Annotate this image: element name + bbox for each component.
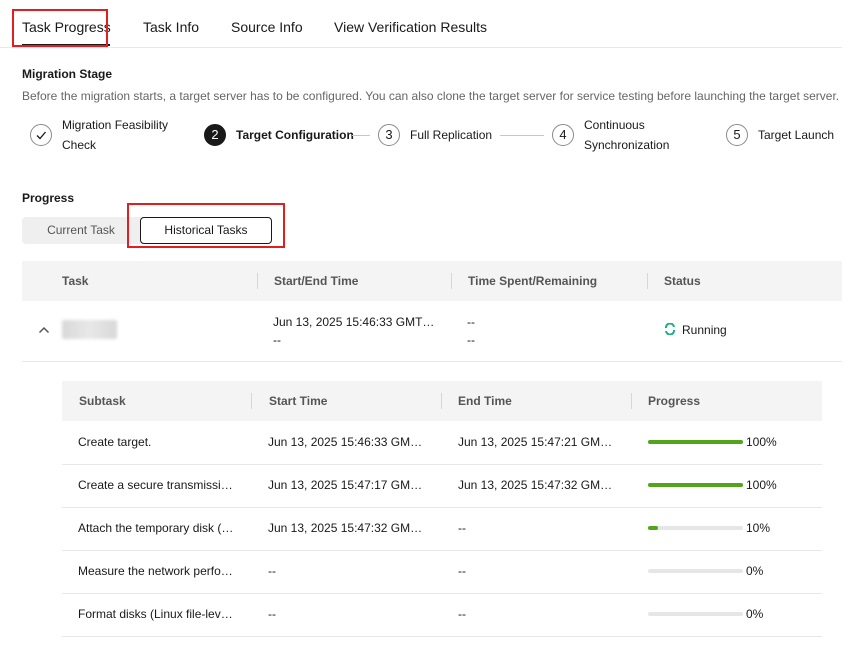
subtask-name: Create target. — [78, 435, 152, 449]
step-connector — [500, 135, 544, 136]
highlight-box-task-progress — [12, 9, 108, 47]
subtask-row: Attach the temporary disk (… Jun 13, 202… — [62, 507, 822, 551]
step-1-label-line2: Check — [62, 138, 97, 152]
column-header-task: Task — [62, 274, 89, 288]
subtask-end-time: -- — [458, 521, 466, 535]
column-divider — [647, 273, 648, 289]
step-5-label: Target Launch — [758, 128, 835, 142]
step-5-number: 5 — [726, 124, 748, 146]
progress-bar — [648, 483, 743, 487]
subtask-row: Measure the network perfo… -- -- 0% — [62, 550, 822, 594]
task-name-redacted — [62, 320, 117, 339]
tab-bar: Task Progress Task Info Source Info View… — [0, 0, 842, 48]
subtask-start-time: -- — [268, 564, 276, 578]
column-header-subtask: Subtask — [79, 394, 126, 408]
column-divider — [251, 393, 252, 409]
column-divider — [631, 393, 632, 409]
progress-bar-fill — [648, 483, 743, 487]
subtask-progress-label: 100% — [746, 435, 777, 449]
subtask-row: Create target. Jun 13, 2025 15:46:33 GM…… — [62, 421, 822, 465]
progress-bar — [648, 526, 743, 530]
subtask-start-time: Jun 13, 2025 15:47:17 GM… — [268, 478, 423, 492]
progress-title: Progress — [22, 191, 75, 205]
progress-bar-fill — [648, 526, 658, 530]
subtask-progress-label: 10% — [746, 521, 771, 535]
column-divider — [257, 273, 258, 289]
column-header-end-time: End Time — [458, 394, 512, 408]
migration-stage-title: Migration Stage — [22, 67, 113, 81]
task-table-header: Task Start/End Time Time Spent/Remaining… — [22, 261, 842, 301]
column-header-time-spent-remaining: Time Spent/Remaining — [468, 274, 598, 288]
subtask-row: Create a secure transmissi… Jun 13, 2025… — [62, 464, 822, 508]
subtask-name: Attach the temporary disk (… — [78, 521, 234, 535]
task-start-time: Jun 13, 2025 15:46:33 GMT… — [273, 315, 435, 329]
column-divider — [441, 393, 442, 409]
task-time-spent: -- — [467, 315, 475, 329]
migration-stage-description: Before the migration starts, a target se… — [22, 89, 840, 103]
step-connector — [352, 135, 370, 136]
subtask-start-time: Jun 13, 2025 15:47:32 GM… — [268, 521, 423, 535]
tab-source-info[interactable]: Source Info — [231, 19, 303, 35]
column-header-start-end-time: Start/End Time — [274, 274, 359, 288]
running-status-icon — [665, 323, 675, 335]
subtask-end-time: Jun 13, 2025 15:47:32 GM… — [458, 478, 613, 492]
step-1-label-line1: Migration Feasibility — [62, 118, 169, 132]
tab-task-info[interactable]: Task Info — [143, 19, 199, 35]
subtask-start-time: -- — [268, 607, 276, 621]
step-3-number: 3 — [378, 124, 400, 146]
subtask-name: Format disks (Linux file-lev… — [78, 607, 233, 621]
column-header-start-time: Start Time — [269, 394, 328, 408]
step-2-number: 2 — [204, 124, 226, 146]
task-time-remaining: -- — [467, 333, 475, 347]
subtask-name: Measure the network perfo… — [78, 564, 233, 578]
progress-bar — [648, 569, 743, 573]
subtask-end-time: -- — [458, 607, 466, 621]
task-status: Running — [682, 323, 727, 337]
step-2-label: Target Configuration — [236, 128, 354, 142]
subtask-progress-label: 100% — [746, 478, 777, 492]
task-end-time: -- — [273, 333, 281, 347]
check-icon — [36, 131, 46, 140]
column-header-status: Status — [664, 274, 701, 288]
progress-bar — [648, 612, 743, 616]
progress-bar — [648, 440, 743, 444]
tab-view-verification-results[interactable]: View Verification Results — [334, 19, 487, 35]
step-1-done — [30, 124, 52, 146]
highlight-box-historical-tasks — [127, 203, 285, 248]
subtask-progress-label: 0% — [746, 564, 764, 578]
step-4-label-line2: Synchronization — [584, 138, 670, 152]
subtask-table-header: Subtask Start Time End Time Progress — [62, 381, 822, 421]
subtask-row: Format disks (Linux file-lev… -- -- 0% — [62, 593, 822, 637]
subtask-end-time: Jun 13, 2025 15:47:21 GM… — [458, 435, 613, 449]
subtask-end-time: -- — [458, 564, 466, 578]
subtask-start-time: Jun 13, 2025 15:46:33 GM… — [268, 435, 423, 449]
subtask-name: Create a secure transmissi… — [78, 478, 233, 492]
subtask-progress-label: 0% — [746, 607, 764, 621]
column-header-progress: Progress — [648, 394, 701, 408]
progress-bar-fill — [648, 440, 743, 444]
step-3-label: Full Replication — [410, 128, 493, 142]
current-task-button[interactable]: Current Task — [22, 217, 140, 244]
step-4-number: 4 — [552, 124, 574, 146]
column-divider — [451, 273, 452, 289]
chevron-up-icon[interactable] — [38, 324, 50, 336]
step-4-label-line1: Continuous — [584, 118, 645, 132]
